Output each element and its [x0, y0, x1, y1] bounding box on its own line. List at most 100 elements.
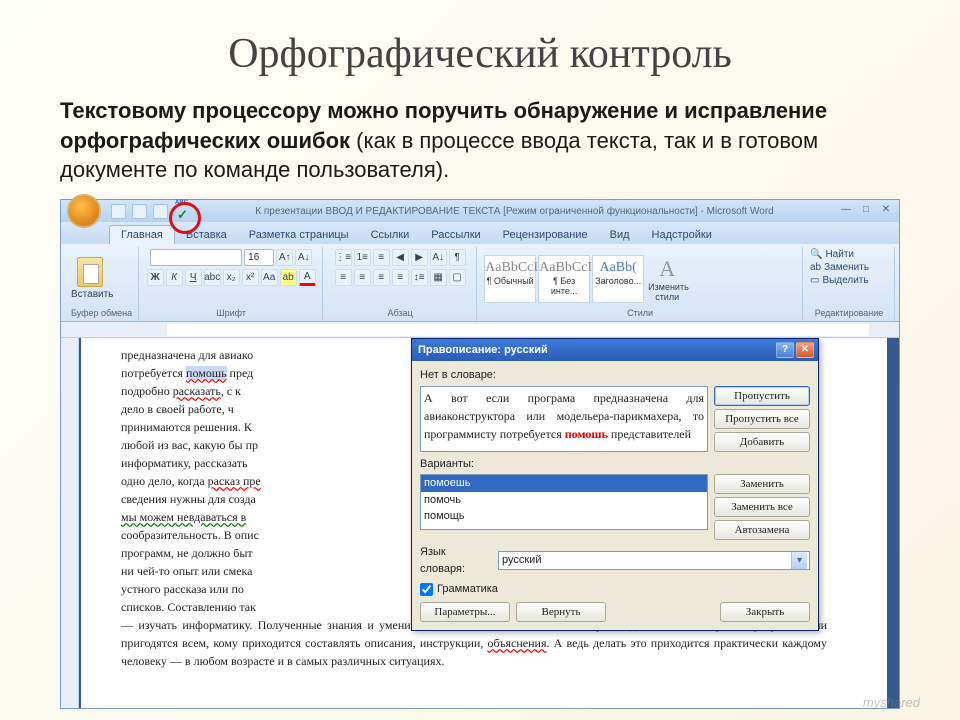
decrease-indent-icon[interactable]: ◀: [392, 249, 409, 266]
add-button[interactable]: Добавить: [714, 432, 810, 452]
change-button[interactable]: Заменить: [714, 474, 810, 494]
style-normal[interactable]: AaBbCcI¶ Обычный: [484, 255, 536, 303]
bold-button[interactable]: Ж: [147, 269, 164, 286]
tab-review[interactable]: Рецензирование: [492, 226, 599, 244]
tab-view[interactable]: Вид: [599, 226, 641, 244]
tab-home[interactable]: Главная: [109, 225, 175, 244]
error-word-2: расказать: [173, 384, 221, 398]
spellcheck-icon[interactable]: [174, 202, 192, 220]
styles-gallery[interactable]: AaBbCcI¶ Обычный AaBbCcI¶ Без инте... Aa…: [484, 255, 644, 303]
style-heading1[interactable]: AaBb(Заголово...: [592, 255, 644, 303]
redo-icon[interactable]: [153, 204, 168, 219]
align-center-icon[interactable]: ≡: [354, 269, 371, 286]
dialog-body: Нет в словаре: А вот если програма предн…: [412, 361, 818, 630]
dialog-help-icon[interactable]: ?: [776, 342, 794, 358]
replace-button[interactable]: abЗаменить: [810, 262, 869, 273]
group-clipboard: Вставить Буфер обмена: [65, 247, 139, 321]
ribbon: Вставить Буфер обмена 16 A↑ A↓ Ж К: [61, 244, 899, 322]
window-controls: — □ ✕: [837, 204, 895, 218]
context-textbox[interactable]: А вот если програма предназначена для ав…: [420, 386, 708, 452]
align-left-icon[interactable]: ≡: [335, 269, 352, 286]
justify-icon[interactable]: ≡: [392, 269, 409, 286]
tab-addins[interactable]: Надстройки: [641, 226, 723, 244]
group-styles-label: Стили: [484, 308, 796, 319]
group-styles: AaBbCcI¶ Обычный AaBbCcI¶ Без инте... Aa…: [478, 247, 803, 321]
font-size-combo[interactable]: 16: [244, 249, 274, 266]
change-all-button[interactable]: Заменить все: [714, 497, 810, 517]
grow-font-icon[interactable]: A↑: [276, 249, 293, 266]
multilevel-icon[interactable]: ≡: [373, 249, 390, 266]
group-paragraph-label: Абзац: [330, 308, 470, 319]
dialog-error-word: помошь: [565, 427, 608, 441]
group-clipboard-label: Буфер обмена: [71, 308, 132, 319]
variant-selected[interactable]: помоешь: [421, 475, 707, 492]
find-button[interactable]: 🔍Найти: [810, 249, 854, 260]
dialog-close-icon[interactable]: ✕: [796, 342, 814, 358]
tab-insert[interactable]: Вставка: [175, 226, 238, 244]
vertical-ruler[interactable]: [61, 338, 79, 708]
strikethrough-icon[interactable]: abc: [204, 269, 221, 286]
tab-references[interactable]: Ссылки: [360, 226, 421, 244]
label-dict-lang: Язык словаря:: [420, 544, 492, 577]
select-button[interactable]: ▭Выделить: [810, 275, 869, 286]
word-titlebar: К презентации ВВОД И РЕДАКТИРОВАНИЕ ТЕКС…: [61, 200, 899, 222]
select-icon: ▭: [810, 275, 819, 286]
font-color-icon[interactable]: A: [299, 269, 316, 286]
spelling-dialog: Правописание: русский ? ✕ Нет в словаре:…: [411, 338, 819, 631]
grammar-checkbox[interactable]: Грамматика: [420, 581, 810, 598]
tab-mailings[interactable]: Рассылки: [420, 226, 491, 244]
show-marks-icon[interactable]: ¶: [449, 249, 466, 266]
tab-layout[interactable]: Разметка страницы: [238, 226, 360, 244]
underline-button[interactable]: Ч: [185, 269, 202, 286]
maximize-icon[interactable]: □: [857, 204, 875, 218]
paste-button[interactable]: Вставить: [71, 257, 109, 300]
bullets-icon[interactable]: ⋮≡: [335, 249, 352, 266]
dict-lang-combo[interactable]: русский: [498, 551, 810, 570]
undo-button[interactable]: Вернуть: [516, 602, 606, 622]
document-page[interactable]: предназначена для авиако потребуется пом…: [81, 338, 887, 708]
subscript-icon[interactable]: x₂: [223, 269, 240, 286]
shading-icon[interactable]: ▦: [430, 269, 447, 286]
label-not-in-dict: Нет в словаре:: [420, 367, 810, 384]
variant-item[interactable]: помочь: [421, 492, 707, 509]
close-icon[interactable]: ✕: [877, 204, 895, 218]
shrink-font-icon[interactable]: A↓: [295, 249, 312, 266]
superscript-icon[interactable]: x²: [242, 269, 259, 286]
change-case-icon[interactable]: Aa: [261, 269, 278, 286]
options-button[interactable]: Параметры...: [420, 602, 510, 622]
paste-label: Вставить: [71, 289, 109, 300]
autocorrect-button[interactable]: Автозамена: [714, 520, 810, 540]
minimize-icon[interactable]: —: [837, 204, 855, 218]
increase-indent-icon[interactable]: ▶: [411, 249, 428, 266]
line-spacing-icon[interactable]: ↕≡: [411, 269, 428, 286]
slide-description: Текстовому процессору можно поручить обн…: [60, 96, 900, 185]
horizontal-ruler[interactable]: [61, 322, 899, 338]
save-icon[interactable]: [111, 204, 126, 219]
variant-item[interactable]: помощь: [421, 508, 707, 525]
highlight-icon[interactable]: ab: [280, 269, 297, 286]
sort-icon[interactable]: A↓: [430, 249, 447, 266]
quick-access-toolbar: [111, 202, 192, 220]
align-right-icon[interactable]: ≡: [373, 269, 390, 286]
dialog-title: Правописание: русский: [418, 342, 774, 359]
find-icon: 🔍: [810, 249, 822, 260]
ribbon-tabs: Главная Вставка Разметка страницы Ссылки…: [61, 222, 899, 244]
variants-listbox[interactable]: помоешь помочь помощь: [420, 474, 708, 530]
borders-icon[interactable]: ▢: [449, 269, 466, 286]
office-button[interactable]: [67, 194, 101, 228]
font-family-combo[interactable]: [150, 249, 242, 266]
grammar-checkbox-input[interactable]: [420, 583, 433, 596]
replace-icon: ab: [810, 262, 821, 273]
paste-icon: [77, 257, 103, 287]
group-editing: 🔍Найти abЗаменить ▭Выделить Редактирован…: [804, 247, 895, 321]
close-button[interactable]: Закрыть: [720, 602, 810, 622]
document-area: предназначена для авиако потребуется пом…: [61, 338, 899, 708]
undo-icon[interactable]: [132, 204, 147, 219]
dialog-titlebar[interactable]: Правописание: русский ? ✕: [412, 339, 818, 361]
change-styles-button[interactable]: A Изменить стили: [648, 256, 686, 302]
ignore-button[interactable]: Пропустить: [714, 386, 810, 406]
ignore-all-button[interactable]: Пропустить все: [714, 409, 810, 429]
style-nospacing[interactable]: AaBbCcI¶ Без инте...: [538, 255, 590, 303]
italic-button[interactable]: К: [166, 269, 183, 286]
numbering-icon[interactable]: 1≡: [354, 249, 371, 266]
